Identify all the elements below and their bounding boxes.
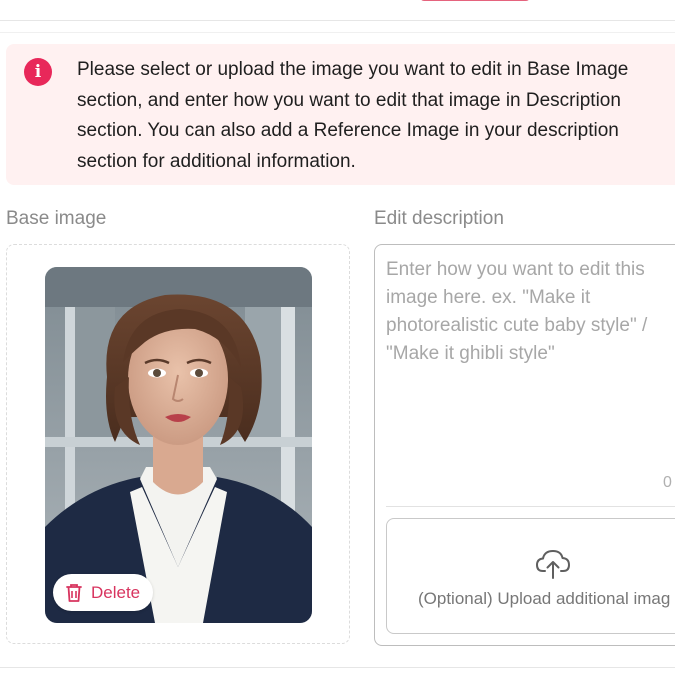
trash-icon: [66, 583, 82, 602]
description-divider: [386, 506, 675, 507]
portrait-image: [45, 267, 312, 623]
top-divider: [0, 20, 675, 21]
info-alert: Please select or upload the image you wa…: [6, 44, 675, 185]
cloud-upload-icon: [536, 550, 570, 579]
alert-message: Please select or upload the image you wa…: [77, 59, 629, 172]
base-image-label: Base image: [6, 208, 107, 229]
active-tab-indicator: [420, 0, 530, 1]
delete-button[interactable]: Delete: [53, 574, 153, 611]
info-icon-glyph: i: [34, 62, 42, 82]
delete-button-label: Delete: [91, 582, 141, 602]
base-image-preview[interactable]: [45, 267, 312, 623]
reference-upload-dropzone[interactable]: [386, 518, 675, 634]
edit-description-label: Edit description: [374, 208, 504, 229]
edit-description-input[interactable]: [386, 256, 675, 476]
bottom-divider: [0, 667, 675, 668]
reference-upload-label: (Optional) Upload additional imag: [418, 589, 671, 608]
page: Please select or upload the image you wa…: [0, 0, 675, 676]
character-count: 0: [663, 474, 672, 491]
info-icon: i: [24, 58, 52, 86]
section-divider: [0, 32, 675, 33]
